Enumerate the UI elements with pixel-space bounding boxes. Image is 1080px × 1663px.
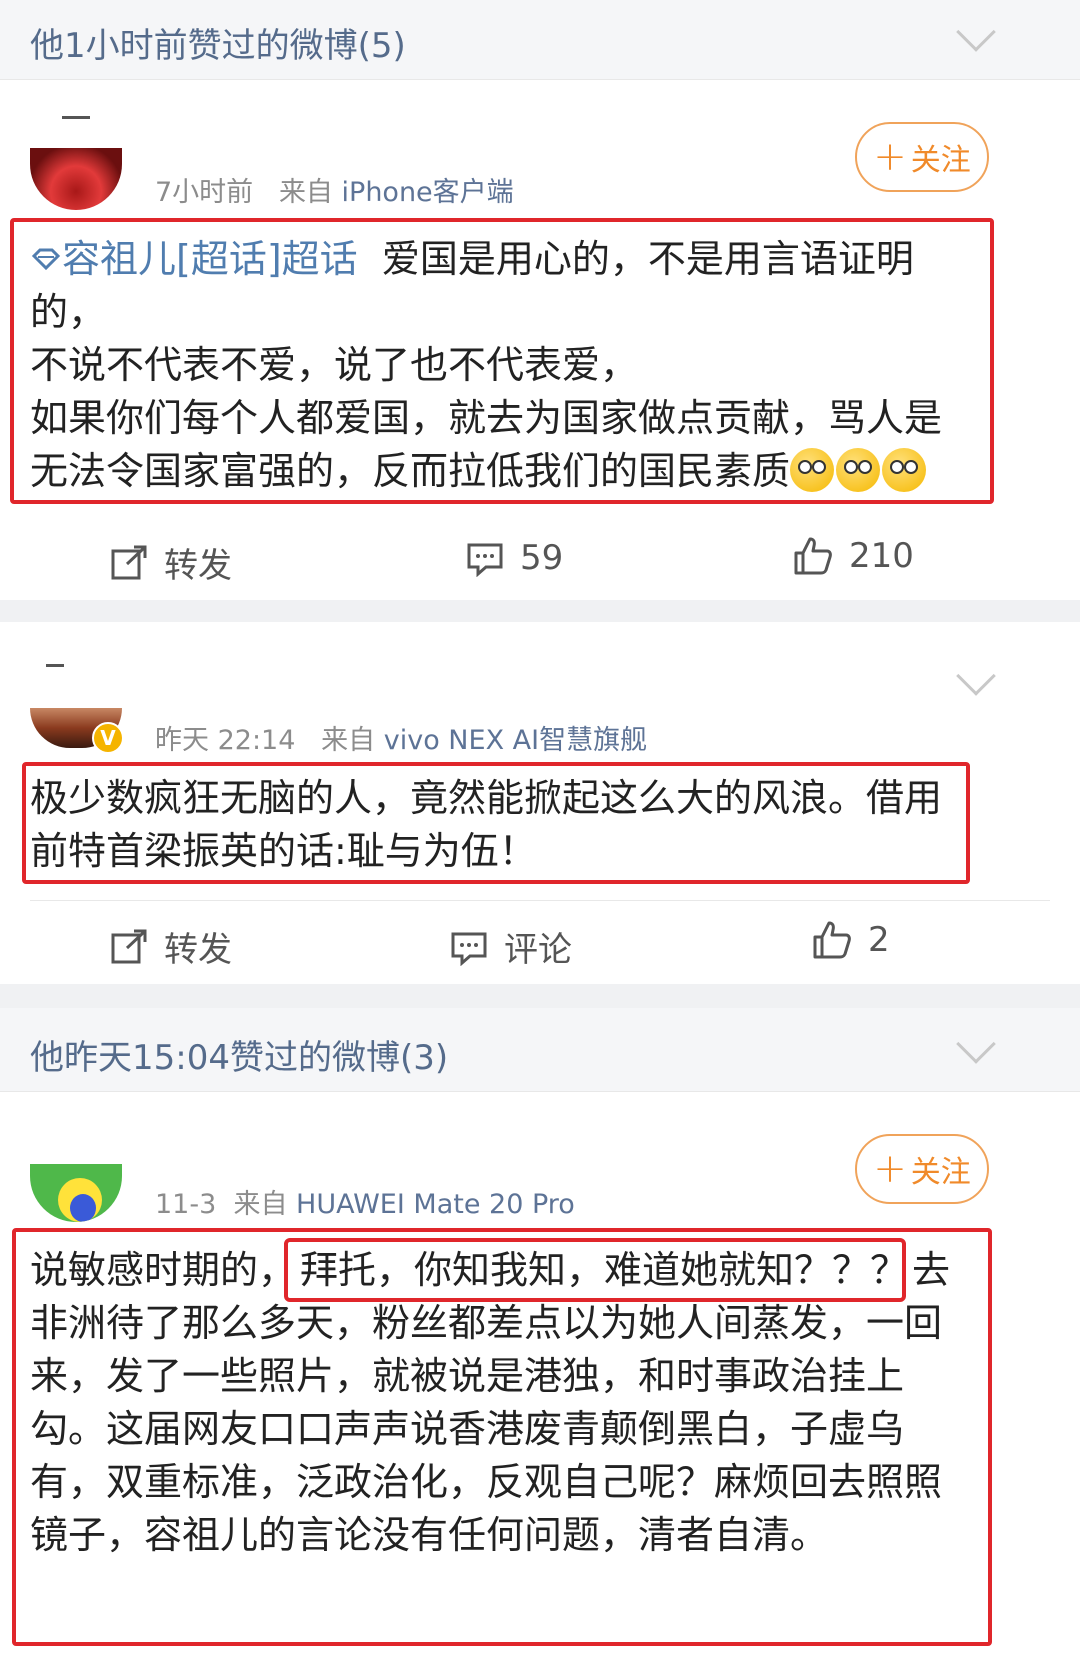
post-meta: 11-3 来自 HUAWEI Mate 20 Pro [155,1182,575,1221]
plus-icon: + [873,1146,907,1192]
post-text: 说敏感时期的， 拜托，你知我知，难道她就知？？？ 去非洲待了那么多天，粉丝都差点以为… [30,1244,970,1644]
comment-label: 评论 [504,930,572,970]
like-button[interactable]: 2 [812,920,890,960]
comment-count: 59 [520,538,564,578]
post-text-highlight: 拜托，你知我知，难道她就知？？？ [300,1248,909,1292]
post-meta: 7小时前 来自 iPhone客户端 [155,170,514,209]
comment-icon [467,543,503,577]
post-source[interactable]: HUAWEI Mate 20 Pro [296,1189,575,1220]
section-title: 他昨天15:04赞过的微博(3) [30,1038,449,1078]
follow-button[interactable]: + 关注 [855,122,989,192]
verified-badge: V [92,722,124,754]
thumbs-up-icon [813,921,851,959]
verified-mark: V [100,726,116,750]
divider-line [30,900,1050,901]
follow-label: 关注 [910,1155,971,1190]
repost-label: 转发 [164,930,232,970]
post-source[interactable]: vivo NEX AI智慧旗舰 [384,725,647,756]
avatar[interactable] [30,1164,122,1222]
section-header-1[interactable]: 他1小时前赞过的微博(5) [0,0,1080,80]
plus-icon: + [873,134,907,180]
follow-button[interactable]: + 关注 [855,1134,989,1204]
source-prefix: 来自 [233,1189,288,1220]
follow-label: 关注 [910,143,971,178]
post-time: 昨天 22:14 [155,725,296,756]
thumbs-up-icon [794,537,832,575]
post-time: 7小时前 [155,177,254,208]
source-prefix: 来自 [278,177,333,208]
repost-icon [111,929,147,963]
post-card-3: 11-3 来自 HUAWEI Mate 20 Pro + 关注 说敏感时期的， 拜托… [0,1092,1080,1663]
eye-roll-emoji [836,448,881,492]
username-fragment [46,664,64,667]
source-prefix: 来自 [321,725,376,756]
section-title: 他1小时前赞过的微博(5) [30,26,406,66]
post-text: 容祖儿[超话]超话 爱国是用心的，不是用言语证明的， 不说不代表不爱，说了也不代… [30,233,970,498]
post-text-post: 去非洲待了那么多天，粉丝都差点以为她人间蒸发，一回来，发了一些照片，就被说是港独… [30,1248,951,1557]
repost-icon [111,545,147,579]
post-text-pre: 说敏感时期的， [30,1248,297,1292]
topic-link[interactable]: 容祖儿[超话]超话 [30,237,358,281]
post-text: 极少数疯狂无脑的人，竟然能掀起这么大的风浪。借用前特首梁振英的话:耻与为伍！ [30,776,943,873]
like-count: 2 [868,920,890,960]
comment-icon [451,932,487,966]
chevron-down-icon[interactable] [956,1024,996,1064]
post-card-2: V 昨天 22:14 来自 vivo NEX AI智慧旗舰 极少数疯狂无脑的人，… [0,622,1080,984]
avatar-pattern [70,1194,96,1222]
topic-label: 容祖儿[超话]超话 [62,237,358,281]
post-divider [0,984,1080,1008]
post-divider [0,600,1080,622]
post-meta: 昨天 22:14 来自 vivo NEX AI智慧旗舰 [155,718,647,757]
repost-label: 转发 [164,546,232,586]
chevron-down-icon[interactable] [956,12,996,52]
repost-button[interactable]: 转发 [110,538,232,587]
repost-button[interactable]: 转发 [110,922,232,971]
post-text-line2: 不说不代表不爱，说了也不代表爱， [30,343,639,387]
eye-roll-emoji [790,448,835,492]
comment-button[interactable]: 评论 [450,922,572,971]
post-card-1: 7小时前 来自 iPhone客户端 + 关注 容祖儿[超话]超话 爱国是用心的，不… [0,80,1080,600]
avatar[interactable] [30,148,122,210]
eye-roll-emoji [882,448,927,492]
post-source[interactable]: iPhone客户端 [342,177,514,208]
post-time: 11-3 [155,1189,217,1220]
username-fragment [62,116,90,119]
like-button[interactable]: 210 [793,536,914,576]
comment-button[interactable]: 59 [466,538,563,578]
chevron-down-icon[interactable] [956,656,996,696]
like-count: 210 [849,536,914,576]
diamond-icon [31,248,61,271]
section-header-2[interactable]: 他昨天15:04赞过的微博(3) [0,1008,1080,1092]
